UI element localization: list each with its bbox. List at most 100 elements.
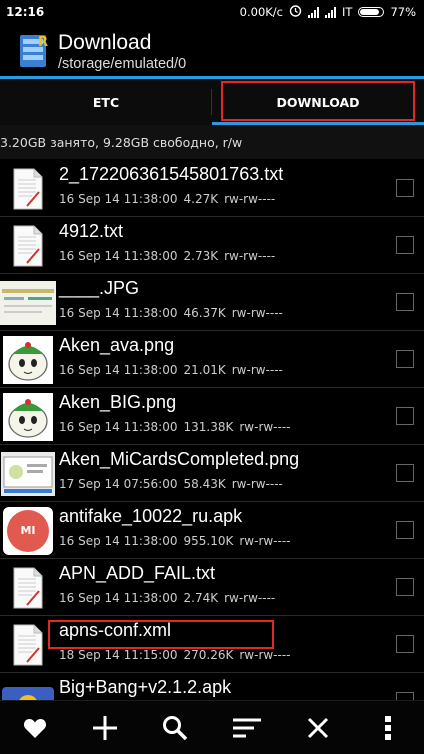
file-name: APN_ADD_FAIL.txt <box>59 563 216 583</box>
file-size: 4.27K <box>183 192 219 206</box>
file-date: 16 Sep 14 11:38:00 <box>59 534 178 548</box>
file-row[interactable]: MI antifake_10022_ru.apk 16 Sep 14 11:38:0… <box>0 502 424 559</box>
file-checkbox[interactable] <box>396 521 414 539</box>
title-bar: R Download /storage/emulated/0 <box>0 24 424 76</box>
file-row[interactable]: Aken_BIG.png 16 Sep 14 11:38:00 131.38K rw-… <box>0 388 424 445</box>
folder-title: Download <box>58 31 152 54</box>
file-row[interactable]: Big+Bang+v2.1.2.apk <box>0 673 424 700</box>
close-icon <box>307 717 329 739</box>
file-permissions: rw-rw---- <box>239 420 291 434</box>
file-date: 16 Sep 14 11:38:00 <box>59 249 178 263</box>
file-list[interactable]: 2_172206361545801763.txt 16 Sep 14 11:38:… <box>0 160 424 700</box>
more-vert-icon <box>385 716 391 740</box>
file-checkbox[interactable] <box>396 179 414 197</box>
battery-icon <box>358 7 385 17</box>
file-checkbox[interactable] <box>396 236 414 254</box>
file-meta: 16 Sep 14 11:38:00 2.74K rw-rw---- <box>59 591 275 605</box>
file-name: Aken_ava.png <box>59 335 175 355</box>
file-checkbox[interactable] <box>396 578 414 596</box>
file-meta: 18 Sep 14 11:15:00 270.26K rw-rw---- <box>59 648 291 662</box>
file-size: 21.01K <box>183 363 226 377</box>
file-size: 270.26K <box>183 648 234 662</box>
bottom-toolbar <box>0 700 424 754</box>
file-size: 46.37K <box>183 306 226 320</box>
battery-percent: 77% <box>390 5 416 19</box>
file-row[interactable]: Aken_MiCardsCompleted.png 17 Sep 14 07:56… <box>0 445 424 502</box>
file-date: 16 Sep 14 11:38:00 <box>59 192 178 206</box>
file-size: 2.73K <box>183 249 219 263</box>
file-permissions: rw-rw---- <box>239 534 291 548</box>
file-size: 131.38K <box>183 420 234 434</box>
tab-etc[interactable]: ETC <box>0 79 212 125</box>
file-meta: 16 Sep 14 11:38:00 4.27K rw-rw---- <box>59 192 275 206</box>
file-name: antifake_10022_ru.apk <box>59 506 243 526</box>
storage-info-text: 3.20GB занято, 9.28GB свободно, r/w <box>0 134 243 150</box>
file-permissions: rw-rw---- <box>231 306 283 320</box>
mi-app-icon: MI <box>0 506 56 555</box>
file-checkbox[interactable] <box>396 350 414 368</box>
status-time: 12:16 <box>6 5 45 19</box>
file-meta: 16 Sep 14 11:38:00 2.73K rw-rw---- <box>59 249 275 263</box>
file-row[interactable]: 4912.txt 16 Sep 14 11:38:00 2.73K rw-rw---- <box>0 217 424 274</box>
file-checkbox[interactable] <box>396 464 414 482</box>
more-button[interactable] <box>368 709 408 747</box>
file-date: 16 Sep 14 11:38:00 <box>59 306 178 320</box>
file-name: Aken_BIG.png <box>59 392 177 412</box>
signal-icon-2 <box>325 6 337 18</box>
folder-path: /storage/emulated/0 <box>58 56 187 72</box>
file-size: 955.10K <box>183 534 234 548</box>
file-meta: 16 Sep 14 11:38:00 955.10K rw-rw---- <box>59 534 291 548</box>
search-button[interactable] <box>155 709 195 747</box>
file-meta: 16 Sep 14 11:38:00 21.01K rw-rw---- <box>59 363 283 377</box>
alarm-icon <box>289 4 302 20</box>
plus-icon <box>93 716 117 740</box>
text-document-icon <box>0 221 56 270</box>
file-row[interactable]: 2_172206361545801763.txt 16 Sep 14 11:38:… <box>0 160 424 217</box>
file-checkbox[interactable] <box>396 293 414 311</box>
image-thumbnail <box>0 278 56 327</box>
file-meta: 17 Sep 14 07:56:00 58.43K rw-rw---- <box>59 477 283 491</box>
file-meta: 16 Sep 14 11:38:00 46.37K rw-rw---- <box>59 306 283 320</box>
mascot-thumbnail <box>0 392 56 441</box>
file-date: 16 Sep 14 11:38:00 <box>59 591 178 605</box>
file-name: 2_172206361545801763.txt <box>59 164 284 184</box>
file-row[interactable]: APN_ADD_FAIL.txt 16 Sep 14 11:38:00 2.74K r… <box>0 559 424 616</box>
file-size: 58.43K <box>183 477 226 491</box>
file-row[interactable]: Aken_ava.png 16 Sep 14 11:38:00 21.01K rw-r… <box>0 331 424 388</box>
svg-text:R: R <box>38 35 48 50</box>
file-permissions: rw-rw---- <box>224 192 276 206</box>
file-permissions: rw-rw---- <box>231 477 283 491</box>
file-date: 16 Sep 14 11:38:00 <box>59 420 178 434</box>
game-app-icon <box>0 677 56 700</box>
file-meta: 16 Sep 14 11:38:00 131.38K rw-rw---- <box>59 420 291 434</box>
app-logo-icon[interactable]: R <box>18 31 50 69</box>
search-icon <box>163 716 188 741</box>
carrier-label: IT <box>342 5 353 19</box>
file-name: Big+Bang+v2.1.2.apk <box>59 677 232 697</box>
text-document-icon <box>0 164 56 213</box>
file-checkbox[interactable] <box>396 635 414 653</box>
status-bar: 12:16 0.00K/c IT 77% <box>0 0 424 24</box>
file-size: 2.74K <box>183 591 219 605</box>
storage-info: 3.20GB занято, 9.28GB свободно, r/w <box>0 125 424 159</box>
tab-download-highlight <box>221 81 415 121</box>
file-checkbox[interactable] <box>396 407 414 425</box>
add-button[interactable] <box>85 709 125 747</box>
file-date: 17 Sep 14 07:56:00 <box>59 477 178 491</box>
file-permissions: rw-rw---- <box>224 591 276 605</box>
file-date: 18 Sep 14 11:15:00 <box>59 648 178 662</box>
file-name: 4912.txt <box>59 221 124 241</box>
signal-icon <box>308 6 320 18</box>
sort-button[interactable] <box>227 709 267 747</box>
text-document-icon <box>0 563 56 612</box>
file-name: Aken_MiCardsCompleted.png <box>59 449 300 469</box>
file-permissions: rw-rw---- <box>239 648 291 662</box>
file-permissions: rw-rw---- <box>231 363 283 377</box>
favorites-button[interactable] <box>15 709 55 747</box>
close-button[interactable] <box>298 709 338 747</box>
file-row[interactable]: ____.JPG 16 Sep 14 11:38:00 46.37K rw-rw---… <box>0 274 424 331</box>
file-name-highlight <box>48 620 274 649</box>
file-name: ____.JPG <box>59 278 140 298</box>
network-speed: 0.00K/c <box>239 5 284 19</box>
file-checkbox[interactable] <box>396 692 414 700</box>
